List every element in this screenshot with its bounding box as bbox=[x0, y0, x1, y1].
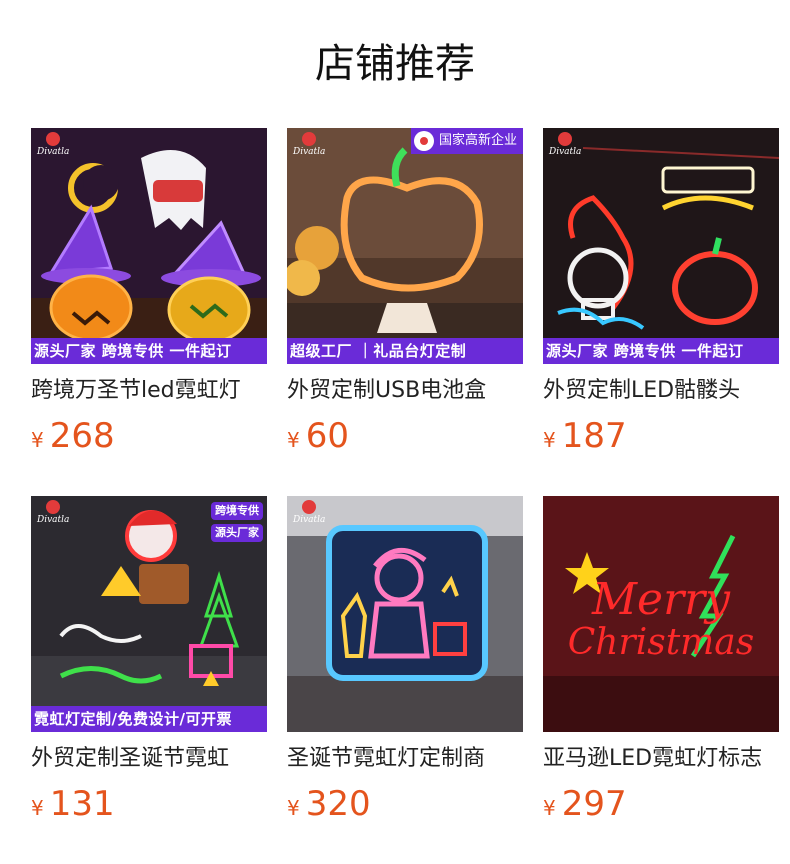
brand-logo: Divatla bbox=[293, 500, 325, 525]
neon-text-christmas: Christmas bbox=[568, 622, 754, 663]
product-price: ¥187 bbox=[543, 418, 627, 454]
currency-symbol: ¥ bbox=[543, 796, 556, 820]
product-price: ¥297 bbox=[543, 786, 627, 822]
product-name[interactable]: 跨境万圣节led霓虹灯 bbox=[31, 376, 267, 406]
product-price: ¥268 bbox=[31, 418, 115, 454]
price-value: 187 bbox=[561, 416, 627, 456]
neon-text-merry: Merry bbox=[591, 574, 731, 625]
promo-banner: 超级工厂 ｜礼品台灯定制 bbox=[287, 338, 523, 364]
currency-symbol: ¥ bbox=[543, 428, 556, 452]
brand-logo: Divatla bbox=[549, 132, 581, 157]
product-price: ¥131 bbox=[31, 786, 115, 822]
section-title: 店铺推荐 bbox=[315, 41, 475, 87]
merry-christmas-neon-image[interactable]: Merry Christmas bbox=[543, 496, 779, 732]
tag-badge: 源头厂家 bbox=[211, 524, 263, 542]
brand-logo: Divatla bbox=[37, 132, 69, 157]
santa-neon-image[interactable]: Divatla 跨境专供 源头厂家 霓虹灯定制/免费设计/可开票 bbox=[31, 496, 267, 732]
skull-neon-image[interactable]: Divatla 源头厂家 跨境专供 一件起订 bbox=[543, 128, 779, 364]
currency-symbol: ¥ bbox=[287, 796, 300, 820]
currency-symbol: ¥ bbox=[31, 796, 44, 820]
tag-badge: 跨境专供 bbox=[211, 502, 263, 520]
price-value: 320 bbox=[305, 784, 371, 824]
santa-reindeer-neon-image[interactable]: Divatla bbox=[287, 496, 523, 732]
currency-symbol: ¥ bbox=[31, 428, 44, 452]
pumpkin-neon-image[interactable]: Divatla 国家高新企业 超级工厂 ｜礼品台灯定制 bbox=[287, 128, 523, 364]
product-name[interactable]: 外贸定制LED骷髅头 bbox=[543, 376, 779, 406]
halloween-neon-image[interactable]: Divatla 源头厂家 跨境专供 一件起订 bbox=[31, 128, 267, 364]
product-name[interactable]: 外贸定制圣诞节霓虹 bbox=[31, 744, 267, 774]
price-value: 268 bbox=[49, 416, 115, 456]
brand-logo: Divatla bbox=[37, 500, 69, 525]
certification-badge: 国家高新企业 bbox=[410, 128, 523, 154]
product-price: ¥60 bbox=[287, 418, 349, 454]
price-value: 60 bbox=[305, 416, 349, 456]
promo-banner: 霓虹灯定制/免费设计/可开票 bbox=[31, 706, 267, 732]
price-value: 131 bbox=[49, 784, 115, 824]
currency-symbol: ¥ bbox=[287, 428, 300, 452]
product-price: ¥320 bbox=[287, 786, 371, 822]
price-value: 297 bbox=[561, 784, 627, 824]
brand-logo: Divatla bbox=[293, 132, 325, 157]
product-name[interactable]: 圣诞节霓虹灯定制商 bbox=[287, 744, 523, 774]
product-name[interactable]: 亚马逊LED霓虹灯标志 bbox=[543, 744, 779, 774]
promo-banner: 源头厂家 跨境专供 一件起订 bbox=[31, 338, 267, 364]
promo-banner: 源头厂家 跨境专供 一件起订 bbox=[543, 338, 779, 364]
product-name[interactable]: 外贸定制USB电池盒 bbox=[287, 376, 523, 406]
